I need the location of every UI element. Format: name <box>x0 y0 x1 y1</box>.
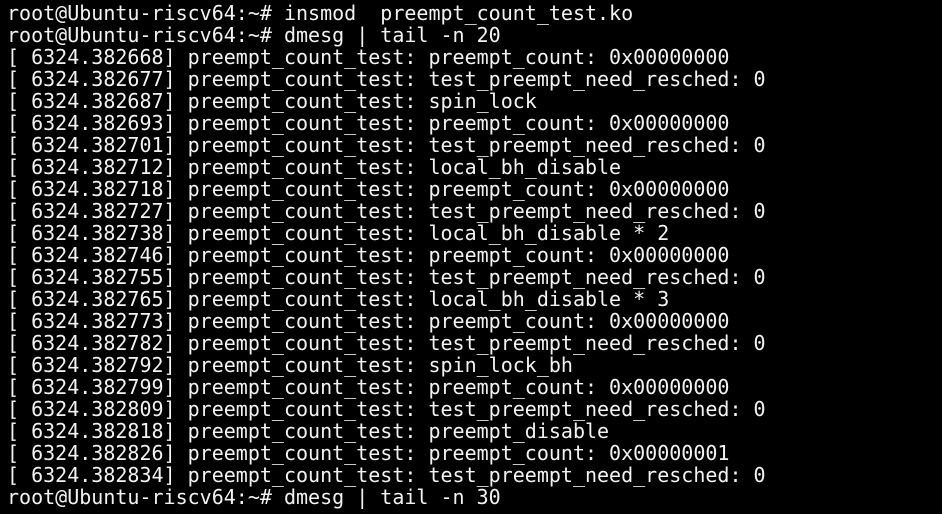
log-line: [ 6324.382782] preempt_count_test: test_… <box>7 332 942 354</box>
log-line: [ 6324.382712] preempt_count_test: local… <box>7 156 942 178</box>
terminal-window[interactable]: root@Ubuntu-riscv64:~# insmod preempt_co… <box>0 0 942 514</box>
command-text: insmod preempt_count_test.ko <box>283 1 634 25</box>
log-timestamp: [ 6324.382755] <box>7 265 176 289</box>
log-line: [ 6324.382765] preempt_count_test: local… <box>7 288 942 310</box>
log-line: [ 6324.382809] preempt_count_test: test_… <box>7 398 942 420</box>
log-message: preempt_count_test: preempt_disable <box>187 419 610 443</box>
log-message: preempt_count_test: preempt_count: 0x000… <box>187 243 730 267</box>
log-timestamp: [ 6324.382738] <box>7 221 176 245</box>
log-message: preempt_count_test: local_bh_disable * 3 <box>187 287 670 311</box>
log-timestamp: [ 6324.382677] <box>7 67 176 91</box>
log-line: [ 6324.382834] preempt_count_test: test_… <box>7 464 942 486</box>
command-line-insmod: root@Ubuntu-riscv64:~# insmod preempt_co… <box>7 2 942 24</box>
log-message: preempt_count_test: spin_lock_bh <box>187 353 573 377</box>
log-timestamp: [ 6324.382668] <box>7 45 176 69</box>
log-line: [ 6324.382668] preempt_count_test: preem… <box>7 46 942 68</box>
log-timestamp: [ 6324.382701] <box>7 133 176 157</box>
log-timestamp: [ 6324.382727] <box>7 199 176 223</box>
log-message: preempt_count_test: test_preempt_need_re… <box>187 397 766 421</box>
log-line: [ 6324.382826] preempt_count_test: preem… <box>7 442 942 464</box>
log-timestamp: [ 6324.382693] <box>7 111 176 135</box>
command-text: dmesg | tail -n 30 <box>283 485 501 509</box>
log-message: preempt_count_test: local_bh_disable <box>187 155 622 179</box>
log-timestamp: [ 6324.382834] <box>7 463 176 487</box>
log-timestamp: [ 6324.382687] <box>7 89 176 113</box>
log-message: preempt_count_test: preempt_count: 0x000… <box>187 111 730 135</box>
log-line: [ 6324.382701] preempt_count_test: test_… <box>7 134 942 156</box>
log-message: preempt_count_test: local_bh_disable * 2 <box>187 221 670 245</box>
log-line: [ 6324.382687] preempt_count_test: spin_… <box>7 90 942 112</box>
log-message: preempt_count_test: preempt_count: 0x000… <box>187 375 730 399</box>
log-timestamp: [ 6324.382718] <box>7 177 176 201</box>
log-timestamp: [ 6324.382792] <box>7 353 176 377</box>
log-message: preempt_count_test: test_preempt_need_re… <box>187 133 766 157</box>
log-line: [ 6324.382746] preempt_count_test: preem… <box>7 244 942 266</box>
log-message: preempt_count_test: test_preempt_need_re… <box>187 463 766 487</box>
log-timestamp: [ 6324.382746] <box>7 243 176 267</box>
log-message: preempt_count_test: preempt_count: 0x000… <box>187 45 730 69</box>
log-line: [ 6324.382727] preempt_count_test: test_… <box>7 200 942 222</box>
shell-prompt: root@Ubuntu-riscv64:~# <box>7 1 284 25</box>
log-line: [ 6324.382773] preempt_count_test: preem… <box>7 310 942 332</box>
log-timestamp: [ 6324.382712] <box>7 155 176 179</box>
log-timestamp: [ 6324.382799] <box>7 375 176 399</box>
log-message: preempt_count_test: test_preempt_need_re… <box>187 331 766 355</box>
command-text: dmesg | tail -n 20 <box>283 23 501 47</box>
log-line: [ 6324.382755] preempt_count_test: test_… <box>7 266 942 288</box>
log-timestamp: [ 6324.382818] <box>7 419 176 443</box>
log-timestamp: [ 6324.382826] <box>7 441 176 465</box>
command-line-dmesg-next: root@Ubuntu-riscv64:~# dmesg | tail -n 3… <box>7 486 942 508</box>
log-message: preempt_count_test: test_preempt_need_re… <box>187 199 766 223</box>
shell-prompt: root@Ubuntu-riscv64:~# <box>7 23 284 47</box>
log-timestamp: [ 6324.382765] <box>7 287 176 311</box>
log-message: preempt_count_test: preempt_count: 0x000… <box>187 309 730 333</box>
log-message: preempt_count_test: test_preempt_need_re… <box>187 265 766 289</box>
log-line: [ 6324.382792] preempt_count_test: spin_… <box>7 354 942 376</box>
log-timestamp: [ 6324.382809] <box>7 397 176 421</box>
shell-prompt: root@Ubuntu-riscv64:~# <box>7 485 284 509</box>
log-timestamp: [ 6324.382782] <box>7 331 176 355</box>
log-line: [ 6324.382718] preempt_count_test: preem… <box>7 178 942 200</box>
log-message: preempt_count_test: preempt_count: 0x000… <box>187 177 730 201</box>
log-line: [ 6324.382738] preempt_count_test: local… <box>7 222 942 244</box>
log-line: [ 6324.382818] preempt_count_test: preem… <box>7 420 942 442</box>
log-message: preempt_count_test: preempt_count: 0x000… <box>187 441 730 465</box>
log-timestamp: [ 6324.382773] <box>7 309 176 333</box>
log-line: [ 6324.382693] preempt_count_test: preem… <box>7 112 942 134</box>
command-line-dmesg: root@Ubuntu-riscv64:~# dmesg | tail -n 2… <box>7 24 942 46</box>
log-message: preempt_count_test: test_preempt_need_re… <box>187 67 766 91</box>
log-line: [ 6324.382677] preempt_count_test: test_… <box>7 68 942 90</box>
log-message: preempt_count_test: spin_lock <box>187 89 537 113</box>
log-line: [ 6324.382799] preempt_count_test: preem… <box>7 376 942 398</box>
